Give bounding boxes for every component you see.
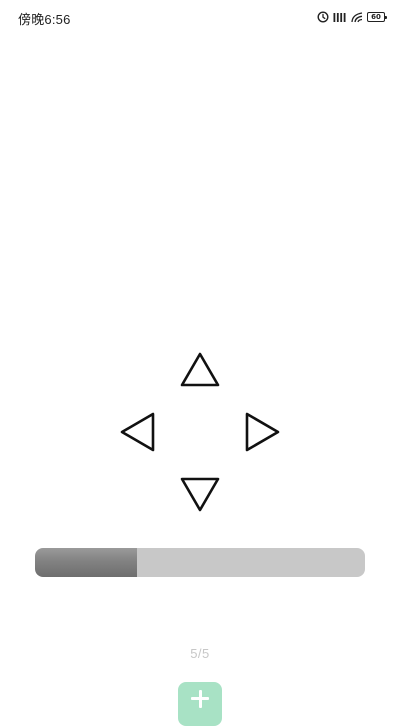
add-button[interactable] xyxy=(178,682,222,726)
right-arrow-icon xyxy=(245,412,280,452)
left-arrow-icon xyxy=(120,412,155,452)
down-arrow-button[interactable] xyxy=(177,471,223,517)
status-icons: 60 xyxy=(317,10,387,24)
down-arrow-icon xyxy=(180,477,220,512)
page-indicator: 5/5 xyxy=(190,646,210,661)
status-time: 傍晚6:56 xyxy=(18,12,71,27)
up-arrow-button[interactable] xyxy=(177,347,223,393)
right-arrow-button[interactable] xyxy=(239,409,285,455)
progress-bar xyxy=(35,548,365,577)
battery-icon: 60 xyxy=(367,12,387,22)
wifi-icon xyxy=(351,11,363,23)
status-bar: 傍晚6:56 60 xyxy=(0,0,400,34)
progress-fill xyxy=(35,548,138,577)
battery-level: 60 xyxy=(371,12,381,21)
left-arrow-button[interactable] xyxy=(115,409,161,455)
up-arrow-icon xyxy=(180,352,220,387)
alarm-icon xyxy=(317,11,329,23)
signal-icon xyxy=(333,12,347,23)
